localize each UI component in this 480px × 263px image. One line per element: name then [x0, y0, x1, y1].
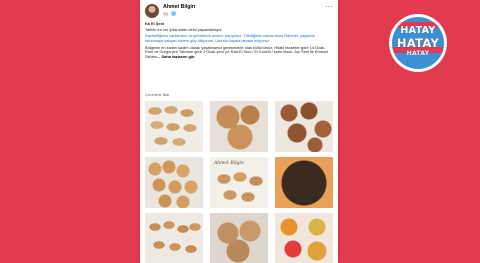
hatay-logo-emblem: HATAY HATAY HATAY	[392, 17, 444, 69]
food-photo-2[interactable]	[210, 101, 268, 152]
food-photo-9[interactable]	[275, 213, 333, 263]
post-paragraph-3: Bölgenin en kadim kadim olarak yaşatmamı…	[145, 45, 331, 61]
post-title: Kâ El Şeni	[145, 21, 165, 26]
hatay-logo: HATAY HATAY HATAY	[389, 14, 447, 72]
post-paragraph-2: Kaybettiğimiz canlarımız ve şehrimizin a…	[145, 33, 315, 44]
logo-text-line-1: HATAY	[400, 25, 436, 36]
logo-text-line-3: HATAY	[406, 50, 430, 57]
post-header: Ahmet Bilgin 1g · 🌐 ···	[145, 3, 333, 19]
food-photo-3[interactable]	[275, 101, 333, 152]
post-paragraph-1: Tarihin en zor yıllarından birini yaşama…	[145, 27, 223, 33]
photo-watermark: Ahmet Bilgin	[214, 161, 244, 166]
post-meta: 1g · 🌐	[163, 11, 177, 17]
more-options-icon[interactable]: ···	[325, 3, 333, 11]
author-name[interactable]: Ahmet Bilgin	[163, 4, 195, 10]
logo-text-line-2: HATAY	[396, 36, 440, 50]
see-translation-link[interactable]: Çevirisine Bak	[145, 93, 169, 97]
food-photo-8[interactable]	[210, 213, 268, 263]
photo-grid: Ahmet Bilgin	[145, 101, 333, 263]
food-photo-1[interactable]	[145, 101, 203, 152]
food-photo-4[interactable]	[145, 157, 203, 208]
food-photo-6[interactable]	[275, 157, 333, 208]
post-body: Kâ El Şeni Tarihin en zor yıllarından bi…	[145, 21, 331, 62]
see-more-link[interactable]: ... Daha fazlasını gör	[157, 54, 195, 59]
globe-icon: · 🌐	[168, 11, 177, 16]
food-photo-7[interactable]	[145, 213, 203, 263]
food-photo-5[interactable]: Ahmet Bilgin	[210, 157, 268, 208]
facebook-post-card: Ahmet Bilgin 1g · 🌐 ··· Kâ El Şeni Tarih…	[140, 0, 338, 263]
post-time[interactable]: 1g	[163, 11, 168, 16]
author-avatar[interactable]	[145, 4, 159, 18]
